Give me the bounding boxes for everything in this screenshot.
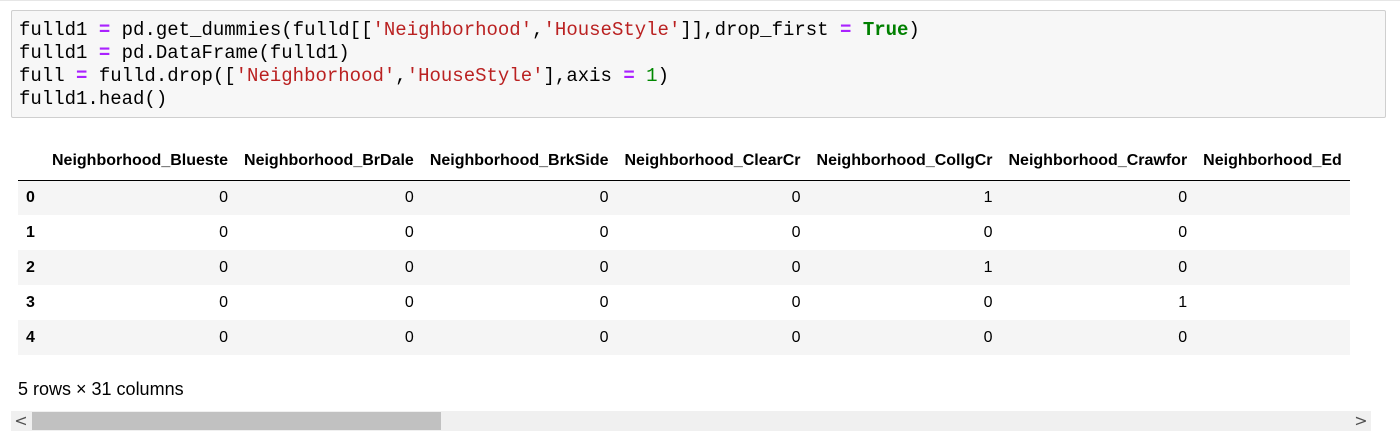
row-index: 0	[26, 188, 35, 206]
table-cell: 0	[983, 293, 993, 311]
column-header: Neighborhood_Blueste	[44, 142, 237, 181]
row-index: 2	[26, 258, 35, 276]
table-cell: 0	[791, 188, 801, 206]
table-cell: 0	[599, 258, 609, 276]
dataframe-table: Neighborhood_Blueste Neighborhood_BrDale…	[18, 142, 1350, 355]
table-row: 2 0 0 0 0 1 0	[18, 250, 1350, 285]
table-cell: 0	[791, 328, 801, 346]
table-cell: 0	[219, 328, 229, 346]
scroll-left-arrow-icon[interactable]: <	[11, 411, 31, 431]
code-editor[interactable]: fulld1 = pd.get_dummies(fulld[['Neighbor…	[19, 19, 920, 111]
table-cell: 0	[404, 223, 414, 241]
column-header: Neighborhood_Crawfor	[1000, 142, 1196, 181]
horizontal-scrollbar[interactable]: < >	[11, 411, 1371, 431]
table-cell: 0	[1178, 223, 1188, 241]
table-cell: 1	[983, 258, 993, 276]
table-cell: 0	[791, 223, 801, 241]
column-header: Neighborhood_ClearCr	[616, 142, 809, 181]
table-cell: 0	[599, 223, 609, 241]
row-index: 1	[26, 223, 35, 241]
code-line: fulld1.head()	[19, 88, 168, 110]
column-header: Neighborhood_Ed	[1195, 142, 1350, 181]
table-row: 4 0 0 0 0 0 0	[18, 320, 1350, 355]
output-area: Neighborhood_Blueste Neighborhood_BrDale…	[0, 142, 1370, 358]
table-cell: 0	[404, 328, 414, 346]
table-row: 0 0 0 0 0 1 0	[18, 180, 1350, 215]
table-cell: 0	[791, 258, 801, 276]
table-cell: 1	[1178, 293, 1188, 311]
column-header: Neighborhood_CollgCr	[808, 142, 1001, 181]
table-cell	[1195, 180, 1350, 215]
row-index: 3	[26, 293, 35, 311]
row-index: 4	[26, 328, 35, 346]
table-cell: 0	[1178, 328, 1188, 346]
header-row: Neighborhood_Blueste Neighborhood_BrDale…	[18, 142, 1350, 181]
table-cell: 0	[404, 293, 414, 311]
table-cell: 0	[791, 293, 801, 311]
table-cell: 0	[599, 188, 609, 206]
table-cell: 0	[1178, 188, 1188, 206]
table-cell: 0	[983, 223, 993, 241]
index-header	[18, 142, 44, 181]
table-cell: 0	[599, 293, 609, 311]
table-cell	[1195, 320, 1350, 355]
code-line: fulld1 = pd.get_dummies(fulld[['Neighbor…	[19, 19, 920, 41]
table-cell	[1195, 285, 1350, 320]
notebook-top-border	[0, 0, 1400, 1]
table-cell: 0	[219, 188, 229, 206]
table-cell	[1195, 250, 1350, 285]
code-line: full = fulld.drop(['Neighborhood','House…	[19, 65, 669, 87]
table-cell: 0	[404, 188, 414, 206]
table-cell: 0	[599, 328, 609, 346]
code-line: fulld1 = pd.DataFrame(fulld1)	[19, 42, 350, 64]
table-cell: 0	[219, 223, 229, 241]
table-row: 3 0 0 0 0 0 1	[18, 285, 1350, 320]
column-header: Neighborhood_BrkSide	[421, 142, 617, 181]
dataframe-shape-summary: 5 rows × 31 columns	[18, 379, 184, 399]
table-cell: 0	[1178, 258, 1188, 276]
table-cell	[1195, 215, 1350, 250]
table-cell: 0	[404, 258, 414, 276]
scroll-right-arrow-icon[interactable]: >	[1351, 411, 1371, 431]
code-input-cell[interactable]: fulld1 = pd.get_dummies(fulld[['Neighbor…	[11, 10, 1386, 118]
table-cell: 0	[219, 293, 229, 311]
column-header: Neighborhood_BrDale	[236, 142, 422, 181]
table-cell: 0	[219, 258, 229, 276]
table-cell: 0	[983, 328, 993, 346]
table-cell: 1	[983, 188, 993, 206]
scrollbar-thumb[interactable]	[32, 412, 441, 430]
table-row: 1 0 0 0 0 0 0	[18, 215, 1350, 250]
